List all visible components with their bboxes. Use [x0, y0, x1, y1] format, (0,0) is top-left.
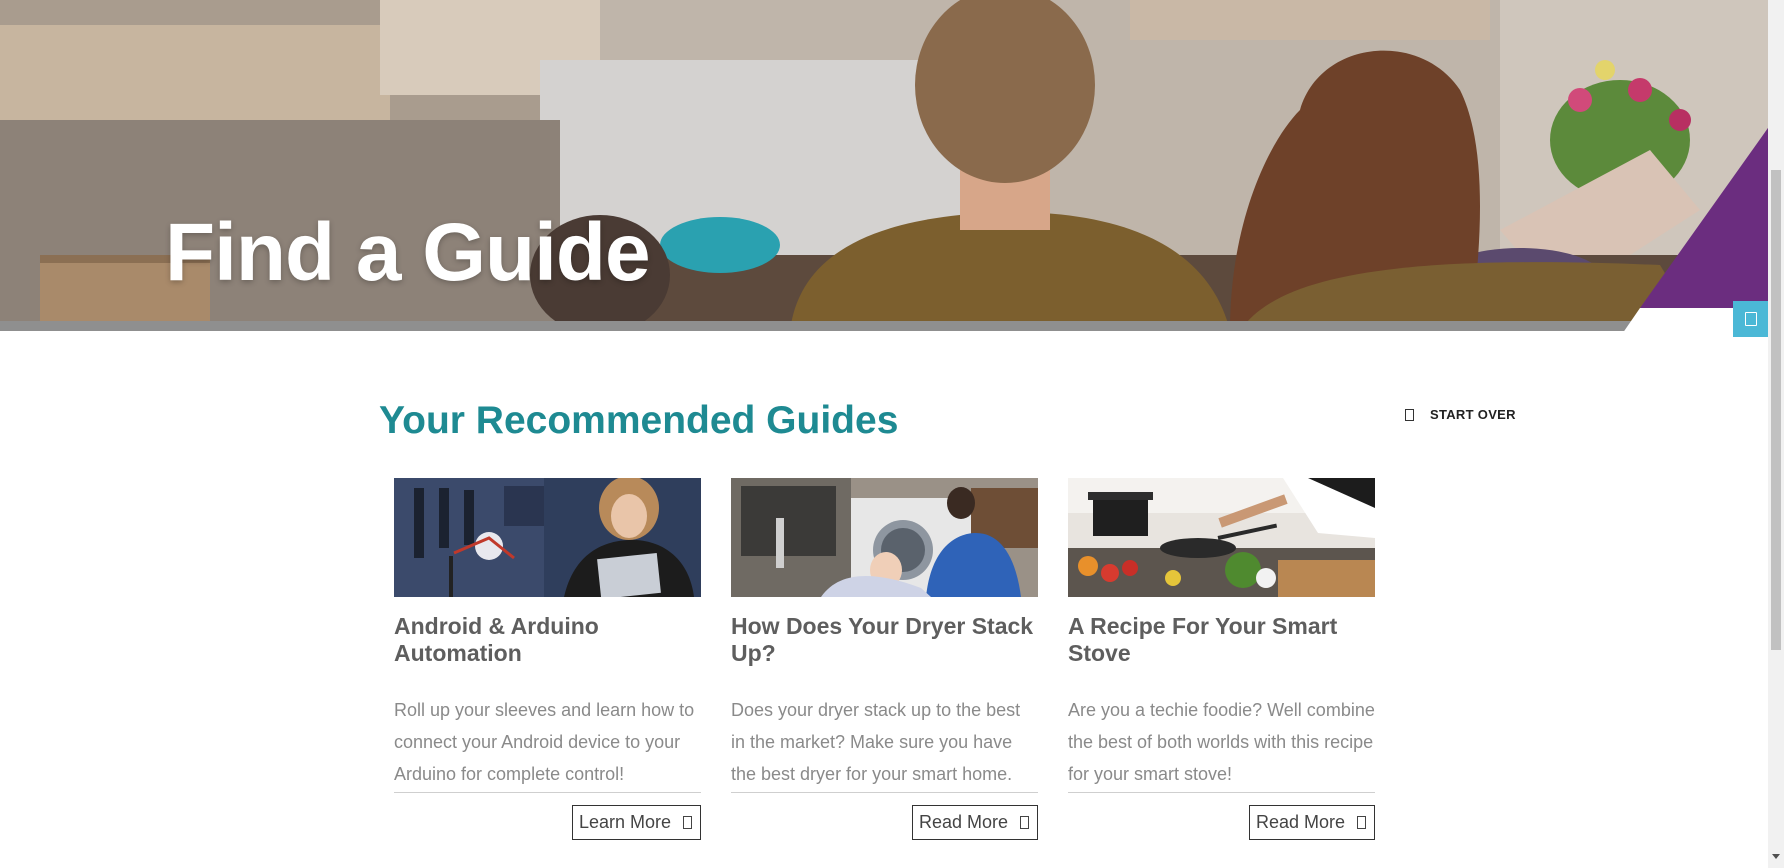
guide-image-android-arduino[interactable] — [394, 478, 701, 597]
arrow-icon — [1357, 816, 1366, 829]
read-more-button[interactable]: Read More — [1248, 805, 1375, 840]
arrow-icon — [1020, 816, 1029, 829]
button-label: Read More — [1255, 812, 1345, 832]
guide-title[interactable]: A Recipe For Your Smart Stove — [1068, 613, 1375, 667]
guide-description: Does your dryer stack up to the best in … — [731, 694, 1038, 793]
guide-card: Android & Arduino Automation Roll up you… — [394, 478, 701, 840]
button-label: Read More — [918, 812, 1008, 832]
hero-strip-cut — [1618, 128, 1768, 340]
guide-description: Roll up your sleeves and learn how to co… — [394, 694, 701, 793]
vertical-scrollbar[interactable] — [1768, 0, 1784, 868]
start-over-button[interactable]: START OVER — [1405, 407, 1516, 422]
chat-tab[interactable] — [1733, 301, 1768, 337]
chat-icon — [1744, 312, 1757, 326]
start-over-label: START OVER — [1430, 407, 1516, 422]
arrow-icon — [683, 816, 692, 829]
section-title: Your Recommended Guides — [379, 399, 899, 442]
guide-image-dryer[interactable] — [731, 478, 1038, 597]
restart-icon — [1405, 408, 1414, 421]
scroll-down-arrow-icon[interactable] — [1772, 854, 1780, 859]
guide-actions: Read More — [1068, 805, 1375, 840]
scrollbar-thumb[interactable] — [1771, 170, 1781, 650]
read-more-button[interactable]: Read More — [911, 805, 1038, 840]
guide-actions: Learn More — [394, 805, 701, 840]
guide-actions: Read More — [731, 805, 1038, 840]
button-label: Learn More — [578, 812, 671, 832]
guide-title[interactable]: Android & Arduino Automation — [394, 613, 701, 667]
guide-title[interactable]: How Does Your Dryer Stack Up? — [731, 613, 1038, 667]
page: Find a Guide Your Recommended Guides STA… — [0, 0, 1784, 868]
guide-card: How Does Your Dryer Stack Up? Does your … — [731, 478, 1038, 840]
guide-card: A Recipe For Your Smart Stove Are you a … — [1068, 478, 1375, 840]
guide-image-smart-stove[interactable] — [1068, 478, 1375, 597]
learn-more-button[interactable]: Learn More — [571, 805, 701, 840]
guide-description: Are you a techie foodie? Well combine th… — [1068, 694, 1375, 793]
